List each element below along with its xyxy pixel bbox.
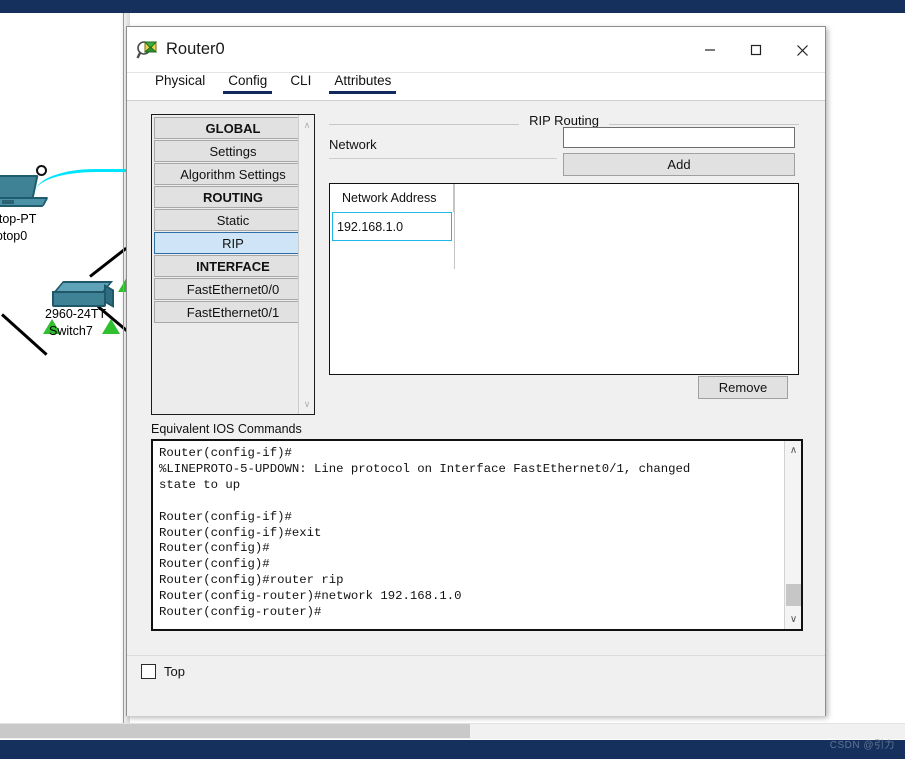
sidebar-item-algorithm-settings-label: Algorithm Settings	[180, 166, 286, 182]
link-cyan-laptop	[36, 169, 130, 191]
column-divider	[454, 184, 455, 269]
ios-commands-label: Equivalent IOS Commands	[151, 422, 302, 436]
minimize-button[interactable]	[687, 27, 733, 73]
chevron-down-icon[interactable]: ∨	[299, 396, 314, 412]
rip-section-title: RIP Routing	[529, 113, 599, 128]
add-button-label: Add	[667, 157, 691, 172]
canvas-divider	[123, 13, 124, 723]
tab-cli[interactable]: CLI	[282, 73, 319, 94]
device-label-switch-model: 2960-24TT	[45, 307, 107, 321]
device-label-laptop-name: Laptop0	[0, 229, 28, 243]
sidebar-item-routing-label: ROUTING	[203, 189, 263, 205]
sidebar-item-fastethernet0-1[interactable]: FastEthernet0/1	[154, 301, 312, 323]
tab-physical[interactable]: Physical	[147, 73, 213, 94]
top-checkbox-label: Top	[164, 664, 185, 679]
sidebar-item-routing[interactable]: ROUTING	[154, 186, 312, 208]
sidebar-item-fastethernet0-0-label: FastEthernet0/0	[186, 281, 280, 297]
remove-button-label: Remove	[718, 380, 768, 395]
sidebar-item-fastethernet0-1-label: FastEthernet0/1	[186, 304, 280, 320]
device-label-laptop-model: Laptop-PT	[0, 212, 37, 226]
sidebar-item-algorithm-settings[interactable]: Algorithm Settings	[154, 163, 312, 185]
tab-config[interactable]: Config	[220, 73, 275, 94]
chevron-up-icon[interactable]: ∧	[785, 442, 801, 459]
network-address-column-header-label: Network Address	[342, 191, 437, 205]
sidebar-item-rip[interactable]: RIP	[154, 232, 312, 254]
sidebar-item-interface[interactable]: INTERFACE	[154, 255, 312, 277]
sidebar-item-interface-label: INTERFACE	[196, 258, 270, 274]
config-client-area: GLOBAL Settings Algorithm Settings ROUTI…	[127, 100, 825, 716]
sidebar-item-global-label: GLOBAL	[205, 120, 261, 136]
switch-front-face	[52, 291, 106, 307]
laptop-port	[2, 200, 14, 204]
watermark-text: CSDN @引力	[829, 740, 895, 751]
tab-config-label: Config	[228, 73, 268, 88]
link-black-switch-down-left	[0, 313, 48, 356]
tab-attributes-label: Attributes	[334, 73, 392, 88]
top-chrome-band	[0, 0, 905, 13]
sidebar-item-global[interactable]: GLOBAL	[154, 117, 312, 139]
add-button[interactable]: Add	[563, 153, 795, 176]
tab-physical-label: Physical	[155, 73, 206, 88]
sidebar-item-static-label: Static	[216, 212, 250, 228]
sidebar-item-static[interactable]: Static	[154, 209, 312, 231]
sidebar-scrollbar[interactable]: ∧ ∨	[298, 115, 314, 414]
device-config-window: Router0 Physical Config CLI Attributes G…	[126, 26, 826, 716]
footer-separator	[127, 655, 825, 656]
tab-cli-label: CLI	[290, 73, 312, 88]
network-topology-canvas[interactable]: Laptop-PT Laptop0 2960-24TT Switch7	[0, 13, 130, 723]
remove-button[interactable]: Remove	[698, 376, 788, 399]
window-controls	[687, 27, 825, 73]
bottom-chrome-band	[0, 740, 905, 759]
maximize-button[interactable]	[733, 27, 779, 73]
sidebar-item-settings[interactable]: Settings	[154, 140, 312, 162]
sidebar-item-rip-label: RIP	[222, 235, 244, 251]
top-checkbox[interactable]: Top	[141, 664, 185, 679]
network-label: Network	[329, 137, 377, 152]
sidebar-item-fastethernet0-0[interactable]: FastEthernet0/0	[154, 278, 312, 300]
close-button[interactable]	[779, 27, 825, 73]
network-address-listbox[interactable]: Network Address 192.168.1.0	[329, 183, 799, 375]
network-address-cell: 192.168.1.0	[337, 219, 404, 234]
window-titlebar[interactable]: Router0	[127, 27, 825, 73]
tab-attributes[interactable]: Attributes	[326, 73, 399, 94]
tab-bar: Physical Config CLI Attributes	[127, 73, 825, 100]
device-switch7[interactable]	[52, 281, 114, 309]
device-label-switch-name: Switch7	[49, 324, 93, 338]
router-inspect-icon	[136, 39, 158, 61]
page-horizontal-scrollbar-thumb[interactable]	[0, 724, 470, 738]
device-laptop0[interactable]	[0, 175, 49, 209]
network-input[interactable]	[563, 127, 795, 148]
config-sidebar: GLOBAL Settings Algorithm Settings ROUTI…	[151, 114, 315, 415]
window-title: Router0	[166, 40, 225, 58]
ios-commands-console[interactable]: Router(config-if)# %LINEPROTO-5-UPDOWN: …	[151, 439, 803, 631]
ios-console-scrollbar[interactable]: ∧ ∨	[784, 441, 801, 629]
scrollbar-thumb[interactable]	[786, 584, 801, 606]
network-field-rule	[329, 158, 557, 159]
laptop-screen	[0, 175, 39, 199]
sidebar-item-settings-label: Settings	[209, 143, 257, 159]
link-status-arrow-down-right	[102, 319, 120, 334]
chevron-up-icon[interactable]: ∧	[299, 117, 314, 133]
table-row[interactable]: 192.168.1.0	[332, 212, 452, 241]
screen-root: Laptop-PT Laptop0 2960-24TT Switch7	[0, 0, 905, 759]
ios-commands-text: Router(config-if)# %LINEPROTO-5-UPDOWN: …	[159, 446, 691, 620]
network-address-column-header: Network Address	[330, 184, 454, 212]
checkbox-box[interactable]	[141, 664, 156, 679]
chevron-down-icon[interactable]: ∨	[785, 611, 801, 628]
